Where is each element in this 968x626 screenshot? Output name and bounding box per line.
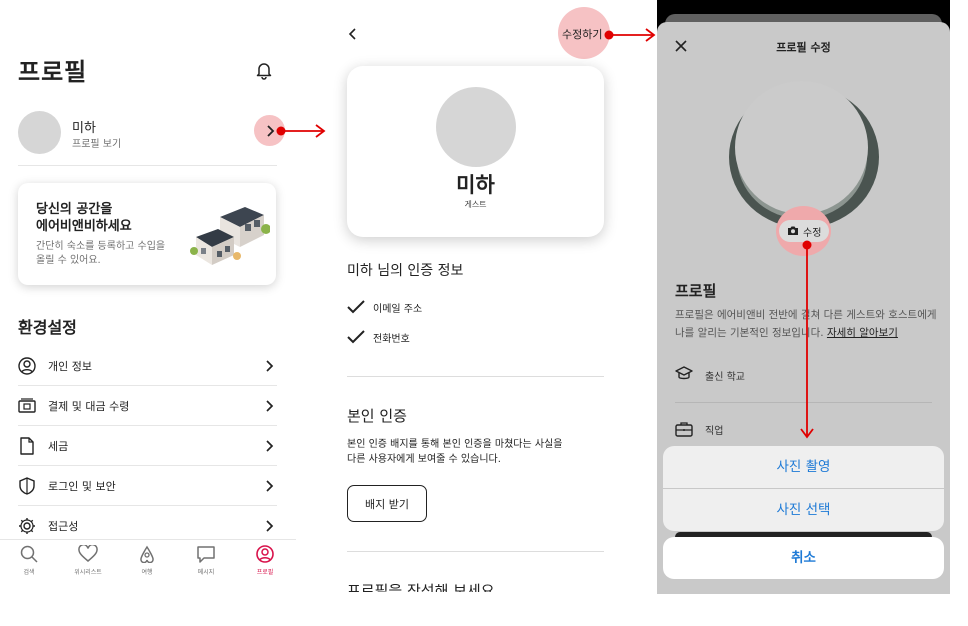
profile-card: 미하 게스트 bbox=[347, 66, 604, 237]
tab-label: 프로필 bbox=[256, 569, 274, 576]
menu-item-label: 결제 및 대금 수령 bbox=[48, 400, 130, 413]
verified-item: 이메일 주소 bbox=[373, 304, 423, 315]
promo-description: 간단히 숙소를 등록하고 수입을 올릴 수 있어요. bbox=[36, 241, 166, 266]
divider bbox=[347, 551, 604, 552]
search-icon bbox=[20, 545, 38, 563]
menu-item-label: 세금 bbox=[48, 440, 69, 453]
profile-screen: 프로필 미하 프로필 보기 당신의 공간을 에어비앤비하세요 간단히 숙소를 등… bbox=[0, 0, 296, 592]
school-field[interactable]: 출신 학교 bbox=[705, 368, 745, 383]
gear-icon bbox=[18, 517, 36, 535]
menu-item-personal-info[interactable]: 개인 정보 bbox=[18, 346, 277, 386]
divider bbox=[18, 165, 277, 166]
tab-label: 검색 bbox=[23, 569, 35, 576]
menu-item-label: 개인 정보 bbox=[48, 360, 92, 373]
divider bbox=[675, 402, 932, 403]
tab-messages[interactable]: 메시지 bbox=[186, 545, 226, 576]
check-icon bbox=[347, 329, 365, 345]
chevron-right-icon[interactable] bbox=[263, 124, 277, 138]
heart-icon bbox=[78, 545, 98, 562]
camera-icon bbox=[787, 225, 799, 236]
edit-photo-button[interactable]: 수정 bbox=[779, 220, 829, 242]
identity-description: 본인 인증 배지를 통해 본인 인증을 마쳤다는 사실을 다른 사용자에게 보여… bbox=[347, 439, 563, 465]
host-promo-card[interactable]: 당신의 공간을 에어비앤비하세요 간단히 숙소를 등록하고 수입을 올릴 수 있… bbox=[18, 183, 276, 285]
person-circle-icon bbox=[18, 357, 36, 375]
graduation-cap-icon bbox=[675, 366, 693, 382]
user-profile-screen: 수정하기 미하 게스트 미하 님의 인증 정보 이메일 주소 전화번호 본인 인… bbox=[329, 0, 622, 592]
choose-photo-button[interactable]: 사진 선택 bbox=[663, 489, 944, 531]
shield-icon bbox=[18, 477, 36, 495]
document-icon bbox=[18, 437, 36, 455]
verified-item: 전화번호 bbox=[373, 334, 410, 345]
profile-photo-cover bbox=[735, 81, 868, 214]
airbnb-logo-icon bbox=[140, 545, 154, 563]
profile-icon bbox=[256, 545, 274, 563]
avatar bbox=[436, 87, 516, 167]
job-field[interactable]: 직업 bbox=[705, 422, 723, 437]
chevron-right-icon bbox=[263, 479, 275, 493]
bottom-tab-bar: 검색 위시리스트 여행 메시지 프로필 bbox=[0, 539, 296, 592]
payment-icon bbox=[18, 397, 36, 415]
chevron-right-icon bbox=[263, 439, 275, 453]
menu-item-label: 로그인 및 보안 bbox=[48, 480, 116, 493]
bell-icon[interactable] bbox=[254, 60, 274, 80]
complete-profile-heading: 프로필을 작성해 보세요 bbox=[347, 582, 495, 592]
tab-label: 메시지 bbox=[197, 569, 215, 576]
tab-search[interactable]: 검색 bbox=[9, 545, 49, 576]
take-photo-button[interactable]: 사진 촬영 bbox=[663, 446, 944, 488]
cancel-button[interactable]: 취소 bbox=[663, 537, 944, 579]
chevron-right-icon bbox=[263, 399, 275, 413]
promo-title: 당신의 공간을 에어비앤비하세요 bbox=[36, 202, 132, 234]
user-name: 미하 bbox=[72, 121, 96, 136]
tab-trips[interactable]: 여행 bbox=[127, 545, 167, 576]
tab-profile[interactable]: 프로필 bbox=[245, 545, 285, 576]
page-title: 프로필 bbox=[18, 58, 88, 86]
profile-description: 프로필은 에어비앤비 전반에 걸쳐 다른 게스트와 호스트에게 나를 알리는 기… bbox=[675, 306, 937, 342]
chevron-right-icon bbox=[263, 519, 275, 533]
tab-wishlist[interactable]: 위시리스트 bbox=[68, 545, 108, 576]
tab-label: 위시리스트 bbox=[74, 569, 102, 576]
divider bbox=[347, 376, 604, 377]
back-icon[interactable] bbox=[347, 27, 359, 41]
profile-name: 미하 bbox=[456, 173, 495, 197]
menu-item-taxes[interactable]: 세금 bbox=[18, 426, 277, 466]
tab-label: 여행 bbox=[141, 569, 153, 576]
identity-heading: 본인 인증 bbox=[347, 407, 407, 425]
briefcase-icon bbox=[675, 421, 693, 437]
settings-heading: 환경설정 bbox=[18, 318, 77, 337]
house-illustration-icon bbox=[190, 199, 270, 269]
check-icon bbox=[347, 299, 365, 315]
profile-role: 게스트 bbox=[464, 200, 487, 209]
menu-item-login-security[interactable]: 로그인 및 보안 bbox=[18, 466, 277, 506]
edit-profile-button[interactable]: 수정하기 bbox=[562, 26, 602, 42]
chevron-right-icon bbox=[263, 359, 275, 373]
message-icon bbox=[197, 546, 215, 563]
get-badge-button[interactable]: 배지 받기 bbox=[347, 485, 427, 522]
edit-profile-screen: 프로필 수정 수정 프로필 프로필은 에어비앤비 전반에 걸쳐 다른 게스트와 … bbox=[657, 0, 950, 594]
learn-more-link[interactable]: 자세히 알아보기 bbox=[827, 327, 898, 339]
sheet-title: 프로필 수정 bbox=[776, 41, 831, 54]
photo-action-sheet: 사진 촬영 사진 선택 bbox=[663, 446, 944, 531]
menu-item-label: 접근성 bbox=[48, 520, 79, 533]
menu-item-payments[interactable]: 결제 및 대금 수령 bbox=[18, 386, 277, 426]
verification-heading: 미하 님의 인증 정보 bbox=[347, 263, 464, 279]
profile-heading: 프로필 bbox=[675, 282, 717, 300]
edit-chip-label: 수정 bbox=[803, 228, 822, 239]
view-profile-link[interactable]: 프로필 보기 bbox=[72, 135, 121, 150]
avatar[interactable] bbox=[18, 111, 61, 154]
